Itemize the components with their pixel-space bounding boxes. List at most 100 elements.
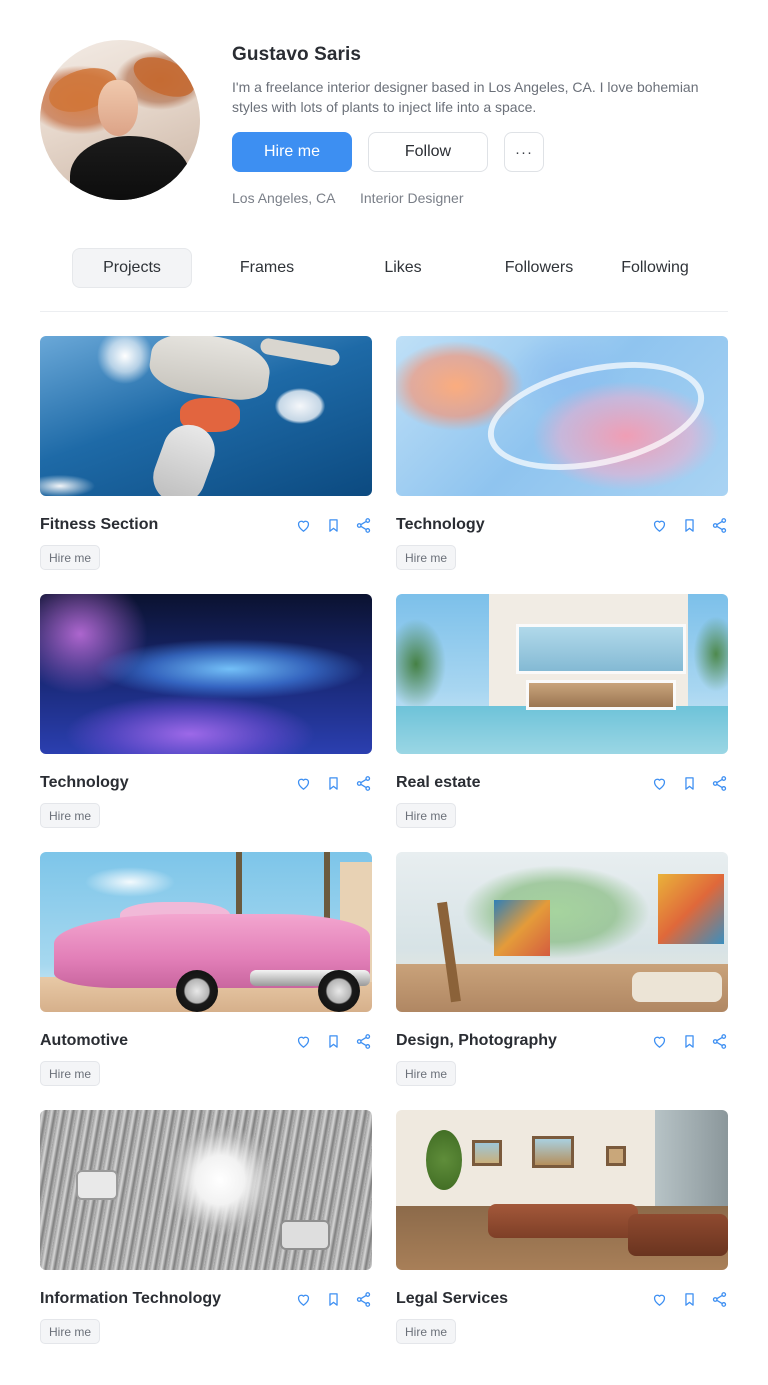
hire-me-tag[interactable]: Hire me — [40, 1061, 101, 1086]
project-thumbnail[interactable] — [396, 852, 728, 1012]
heart-icon[interactable] — [294, 1290, 312, 1308]
profile-header: Gustavo Saris I'm a freelance interior d… — [40, 40, 728, 210]
bookmark-icon[interactable] — [680, 1290, 698, 1308]
profile-role: Interior Designer — [360, 190, 464, 206]
project-title[interactable]: Fitness Section — [40, 516, 158, 534]
avatar-hair-right — [127, 49, 200, 105]
heart-icon[interactable] — [650, 774, 668, 792]
thumb-shape — [146, 336, 274, 405]
project-title[interactable]: Information Technology — [40, 1290, 221, 1308]
thumb-shape — [606, 1146, 626, 1166]
share-icon[interactable] — [354, 516, 372, 534]
thumb-shape — [472, 1140, 502, 1166]
project-title[interactable]: Legal Services — [396, 1290, 508, 1308]
bookmark-icon[interactable] — [324, 516, 342, 534]
profile-name: Gustavo Saris — [232, 44, 362, 65]
project-actions — [650, 1032, 728, 1050]
project-card-fitness: Fitness Section Hire me — [40, 336, 372, 576]
project-thumbnail[interactable] — [396, 1110, 728, 1270]
project-thumbnail[interactable] — [396, 336, 728, 496]
project-title[interactable]: Design, Photography — [396, 1032, 557, 1050]
project-card-automotive: Automotive Hire me — [40, 852, 372, 1092]
thumb-shape — [632, 972, 722, 1002]
project-title[interactable]: Automotive — [40, 1032, 128, 1050]
thumb-shape — [76, 1170, 118, 1200]
thumb-shape — [176, 970, 218, 1012]
heart-icon[interactable] — [294, 774, 312, 792]
hire-me-tag[interactable]: Hire me — [396, 1061, 457, 1086]
profile-location: Los Angeles, CA — [232, 190, 336, 206]
project-thumbnail[interactable] — [40, 594, 372, 754]
project-card-real-estate: Real estate Hire me — [396, 594, 728, 834]
share-icon[interactable] — [710, 1290, 728, 1308]
thumb-shape — [516, 624, 686, 674]
project-card-legal-services: Legal Services Hire me — [396, 1110, 728, 1350]
project-actions — [294, 1290, 372, 1308]
tab-frames[interactable]: Frames — [207, 248, 327, 288]
heart-icon[interactable] — [294, 516, 312, 534]
thumb-shape — [259, 337, 341, 367]
project-actions — [294, 774, 372, 792]
thumb-shape — [318, 970, 360, 1012]
hire-me-button[interactable]: Hire me — [232, 132, 352, 172]
share-icon[interactable] — [354, 1290, 372, 1308]
bookmark-icon[interactable] — [680, 774, 698, 792]
tab-likes[interactable]: Likes — [343, 248, 463, 288]
tab-followers[interactable]: Followers — [479, 248, 599, 288]
heart-icon[interactable] — [294, 1032, 312, 1050]
project-actions — [294, 1032, 372, 1050]
profile-bio: I'm a freelance interior designer based … — [232, 79, 699, 115]
project-actions — [650, 1290, 728, 1308]
ellipsis-icon: ··· — [515, 143, 533, 161]
hire-me-tag[interactable]: Hire me — [40, 1319, 101, 1344]
follow-button[interactable]: Follow — [368, 132, 488, 172]
heart-icon[interactable] — [650, 1290, 668, 1308]
more-options-button[interactable]: ··· — [504, 132, 544, 172]
project-title[interactable]: Real estate — [396, 774, 481, 792]
heart-icon[interactable] — [650, 1032, 668, 1050]
avatar-coat — [70, 136, 190, 200]
hire-me-tag[interactable]: Hire me — [396, 1319, 457, 1344]
share-icon[interactable] — [354, 1032, 372, 1050]
bookmark-icon[interactable] — [324, 1290, 342, 1308]
bookmark-icon[interactable] — [680, 516, 698, 534]
project-card-technology: Technology Hire me — [396, 336, 728, 576]
project-title[interactable]: Technology — [396, 516, 485, 534]
hire-me-tag[interactable]: Hire me — [40, 545, 101, 570]
thumb-shape — [426, 1130, 462, 1190]
heart-icon[interactable] — [650, 516, 668, 534]
tab-projects[interactable]: Projects — [72, 248, 192, 288]
share-icon[interactable] — [710, 1032, 728, 1050]
bookmark-icon[interactable] — [324, 1032, 342, 1050]
thumb-shape — [478, 344, 714, 488]
project-thumbnail[interactable] — [40, 336, 372, 496]
hire-me-tag[interactable]: Hire me — [40, 803, 101, 828]
avatar-face — [98, 80, 138, 136]
bookmark-icon[interactable] — [680, 1032, 698, 1050]
bookmark-icon[interactable] — [324, 774, 342, 792]
thumb-shape — [494, 900, 550, 956]
hire-me-tag[interactable]: Hire me — [396, 803, 457, 828]
project-card-design-photography: Design, Photography Hire me — [396, 852, 728, 1092]
tab-following[interactable]: Following — [600, 248, 710, 288]
profile-tabs: Projects Frames Likes Followers Followin… — [40, 248, 728, 290]
thumb-shape — [437, 901, 461, 1003]
thumb-shape — [280, 1220, 330, 1250]
project-actions — [650, 516, 728, 534]
project-thumbnail[interactable] — [40, 1110, 372, 1270]
thumb-shape — [526, 680, 676, 710]
avatar[interactable] — [40, 40, 200, 200]
share-icon[interactable] — [710, 774, 728, 792]
share-icon[interactable] — [710, 516, 728, 534]
project-thumbnail[interactable] — [396, 594, 728, 754]
thumb-shape — [658, 874, 724, 944]
project-thumbnail[interactable] — [40, 852, 372, 1012]
project-actions — [650, 774, 728, 792]
tabs-divider — [40, 311, 728, 312]
project-title[interactable]: Technology — [40, 774, 129, 792]
share-icon[interactable] — [354, 774, 372, 792]
thumb-shape — [488, 1204, 638, 1238]
hire-me-tag[interactable]: Hire me — [396, 545, 457, 570]
project-actions — [294, 516, 372, 534]
thumb-shape — [628, 1214, 728, 1256]
